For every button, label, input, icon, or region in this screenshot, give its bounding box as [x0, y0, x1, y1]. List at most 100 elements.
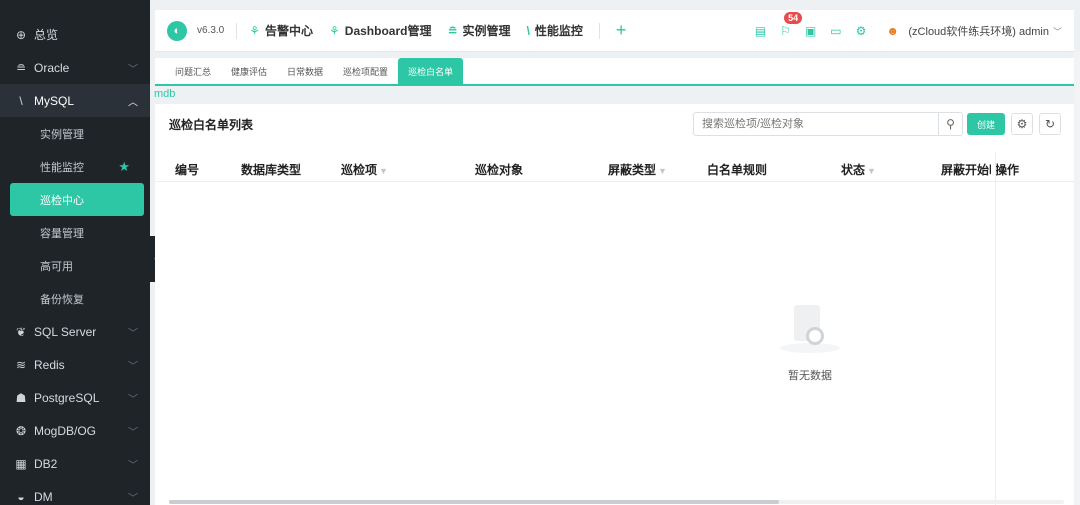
dashboard-manage-icon: ⚘ [329, 23, 340, 38]
sidebar-item-dm[interactable]: ◒ DM ﹀ [0, 480, 150, 505]
nav-performance[interactable]: \ 性能监控 [527, 22, 583, 39]
create-button[interactable]: 创建 [967, 113, 1005, 135]
gear-icon: ⚙ [1016, 117, 1028, 131]
db2-icon: ▦ [15, 456, 27, 471]
sidebar-item-label: DB2 [34, 456, 58, 471]
logo-icon[interactable]: ◐ [167, 20, 187, 41]
env-user-label[interactable]: (zCloud软件练兵环境) admin [908, 23, 1049, 39]
sidebar-item-redis[interactable]: ≋ Redis ﹀ [0, 348, 150, 381]
sidebar-subitem-label: 容量管理 [40, 227, 84, 240]
performance-icon: \ [526, 23, 530, 38]
tab-inspection-config[interactable]: 巡检项配置 [333, 65, 398, 84]
sidebar-subitem-capacity[interactable]: 容量管理 [0, 216, 150, 249]
chevron-down-icon: ﹀ [128, 427, 138, 438]
star-icon[interactable]: ★ [118, 159, 130, 175]
dashboard-icon: ⊕ [15, 27, 27, 42]
nav-instance-manage[interactable]: ≘ 实例管理 [447, 22, 510, 39]
mogdb-icon: ❂ [15, 423, 27, 438]
filter-icon[interactable]: ▼ [379, 166, 388, 176]
postgresql-icon: ☗ [15, 390, 27, 405]
sidebar-item-label: 总览 [34, 28, 59, 42]
chevron-down-icon: ﹀ [128, 361, 138, 372]
vertical-scrollbar[interactable] [1074, 52, 1080, 505]
mysql-icon: \ [19, 93, 23, 108]
monitor-icon[interactable]: ▭ [830, 24, 841, 38]
page-title: 巡检白名单列表 [169, 117, 254, 132]
breadcrumb[interactable]: mdb [154, 88, 175, 100]
sidebar-item-label: SQL Server [34, 324, 97, 339]
filter-icon[interactable]: ▼ [658, 166, 667, 176]
sidebar-subitem-inspection[interactable]: 巡检中心 [10, 183, 144, 216]
alarm-icon: ⚘ [249, 23, 261, 38]
chevron-down-icon: ﹀ [128, 328, 138, 339]
sidebar-subitem-label: 巡检中心 [40, 194, 84, 207]
chevron-down-icon[interactable]: ﹀ [1053, 25, 1062, 38]
col-mask-start-time[interactable]: 屏蔽开始时间 [941, 161, 991, 178]
sidebar-item-sqlserver[interactable]: ❦ SQL Server ﹀ [0, 315, 150, 348]
sidebar-item-postgresql[interactable]: ☗ PostgreSQL ﹀ [0, 381, 150, 414]
sidebar-subitem-instance[interactable]: 实例管理 [0, 117, 150, 150]
empty-state: 暂无数据 [765, 299, 855, 383]
sidebar-item-mogdb[interactable]: ❂ MogDB/OG ﹀ [0, 414, 150, 447]
table-header: 编号 数据库类型 巡检项▼ 巡检对象 屏蔽类型▼ 白名单规则 状态▼ 屏蔽开始时… [155, 152, 1074, 182]
search-box: ⚲ [693, 112, 963, 136]
sidebar-subitem-ha[interactable]: 高可用 [0, 249, 150, 282]
dm-icon: ◒ [17, 489, 25, 504]
col-label: 屏蔽类型 [608, 163, 657, 177]
column-settings-button[interactable]: ⚙ [1011, 113, 1033, 135]
sidebar-subitem-label: 高可用 [40, 260, 73, 273]
filter-icon[interactable]: ▼ [867, 166, 876, 176]
col-inspection-target[interactable]: 巡检对象 [475, 161, 523, 178]
notification-icon[interactable]: ⚐ 54 [780, 12, 803, 38]
notification-badge: 54 [784, 12, 803, 24]
sidebar-item-mysql[interactable]: \ MySQL ︿ [0, 84, 150, 117]
divider [236, 22, 238, 39]
col-status[interactable]: 状态 ▼ [841, 161, 876, 178]
col-id[interactable]: 编号 [175, 161, 199, 178]
sidebar-subitem-backup[interactable]: 备份恢复 [0, 282, 150, 315]
chevron-down-icon: ﹀ [128, 394, 138, 405]
inspection-tabs: 问题汇总 健康评估 日常数据 巡检项配置 巡检白名单 [155, 58, 1074, 86]
tab-daily-data[interactable]: 日常数据 [277, 65, 333, 84]
tab-inspection-whitelist[interactable]: 巡检白名单 [398, 58, 464, 84]
sidebar-item-label: MySQL [34, 93, 75, 108]
sidebar-item-db2[interactable]: ▦ DB2 ﹀ [0, 447, 150, 480]
tab-issue-summary[interactable]: 问题汇总 [165, 65, 221, 84]
col-db-type[interactable]: 数据库类型 [241, 161, 301, 178]
redis-icon: ≋ [15, 357, 27, 372]
col-mask-type[interactable]: 屏蔽类型 ▼ [608, 161, 667, 178]
clipboard-icon[interactable]: ▣ [805, 24, 816, 38]
instance-icon: ≘ [447, 23, 458, 38]
sidebar-subitem-label: 实例管理 [40, 128, 84, 141]
nav-label: 性能监控 [534, 24, 583, 38]
horizontal-scrollbar[interactable] [169, 500, 1064, 504]
nav-label: 实例管理 [462, 24, 511, 38]
search-input[interactable] [694, 118, 938, 130]
nav-alarm-center[interactable]: ⚘ 告警中心 [249, 22, 313, 39]
search-icon[interactable]: ⚲ [938, 113, 962, 135]
top-bar-actions: ▤ ⚐ 54 ▣ ▭ ⚙ ☻ (zCloud软件练兵环境) admin ﹀ [741, 10, 1062, 52]
document-icon[interactable]: ▤ [755, 24, 766, 38]
col-whitelist-rule[interactable]: 白名单规则 [707, 161, 767, 178]
sidebar-subitem-label: 备份恢复 [40, 293, 84, 306]
empty-data-icon [780, 299, 840, 359]
sidebar-subitem-performance[interactable]: 性能监控 ★ [0, 150, 150, 183]
sidebar-subitem-label: 性能监控 [40, 161, 84, 174]
nav-label: 告警中心 [265, 24, 314, 38]
add-tab-button[interactable]: + [616, 20, 627, 41]
sidebar-item-oracle[interactable]: ≘ Oracle ﹀ [0, 51, 150, 84]
sidebar-item-overview[interactable]: ⊕ 总览 [0, 18, 150, 51]
nav-dashboard-manage[interactable]: ⚘ Dashboard管理 [329, 22, 431, 39]
col-inspection-item[interactable]: 巡检项 ▼ [341, 161, 388, 178]
chevron-down-icon: ﹀ [128, 64, 138, 75]
refresh-button[interactable]: ↻ [1039, 113, 1061, 135]
database-icon: ≘ [15, 60, 27, 75]
sqlserver-icon: ❦ [15, 324, 27, 339]
gear-icon[interactable]: ⚙ [856, 24, 867, 38]
tab-health-assessment[interactable]: 健康评估 [221, 65, 277, 84]
col-label: 巡检项 [341, 163, 378, 177]
scrollbar-thumb[interactable] [169, 500, 779, 504]
avatar[interactable]: ☻ [886, 24, 900, 38]
version-label: v6.3.0 [197, 25, 225, 36]
sidebar-item-label: Redis [34, 357, 65, 372]
